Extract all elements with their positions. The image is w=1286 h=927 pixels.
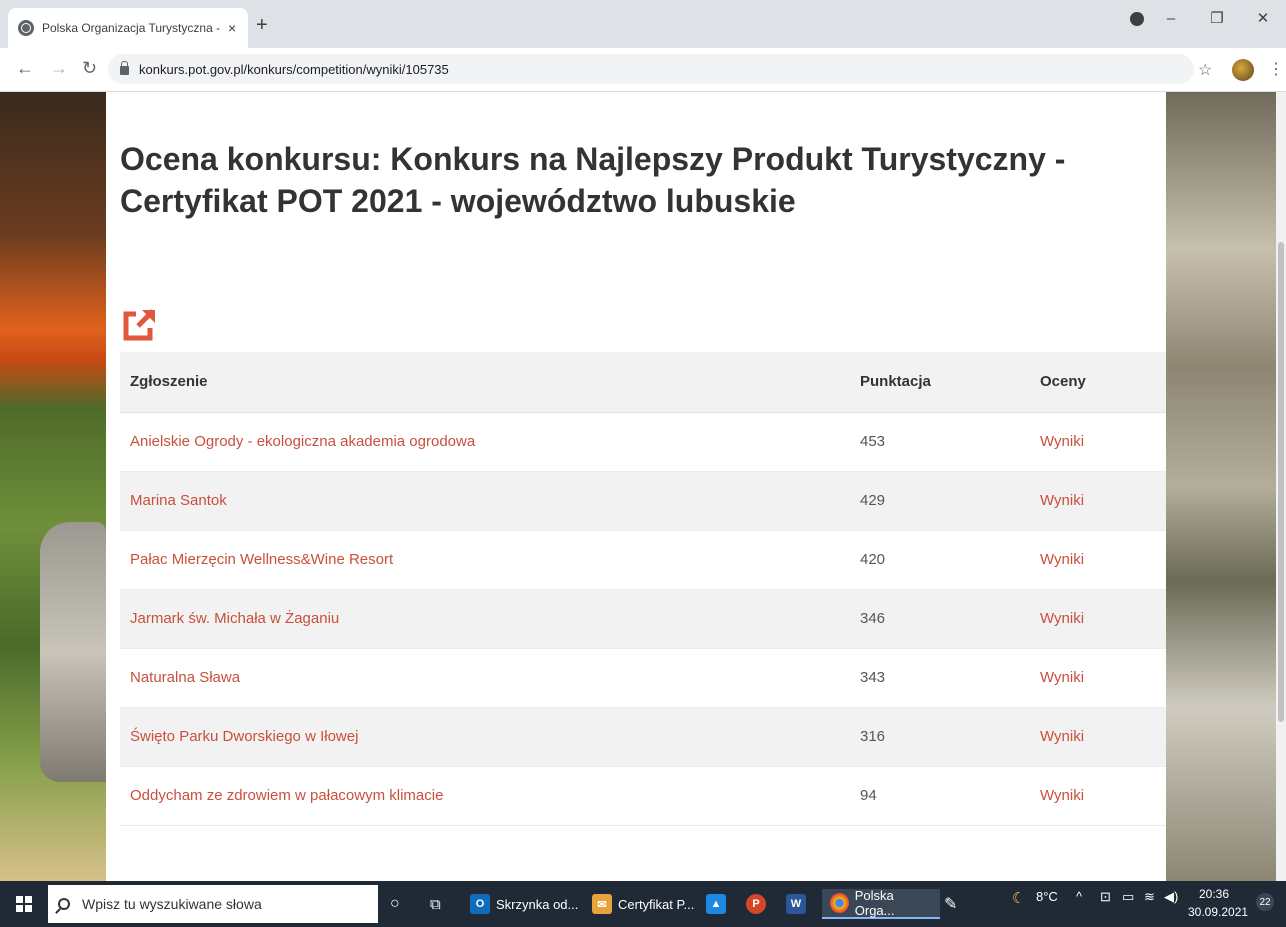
results-table: Zgłoszenie Punktacja Oceny Anielskie Ogr…	[120, 352, 1166, 826]
score-value: 316	[850, 707, 1030, 767]
page-viewport: Ocena konkursu: Konkurs na Najlepszy Pro…	[0, 92, 1286, 881]
taskbar-search-input[interactable]: Wpisz tu wyszukiwane słowa	[48, 885, 378, 923]
notepad-icon[interactable]: ✎	[944, 889, 957, 919]
new-tab-button[interactable]: +	[256, 14, 268, 37]
lock-icon[interactable]	[120, 61, 129, 75]
results-link[interactable]: Wyniki	[1040, 787, 1084, 804]
menu-kebab-icon[interactable]: ⋮	[1268, 59, 1284, 79]
volume-icon[interactable]: ◀)	[1164, 889, 1178, 905]
windows-taskbar: Wpisz tu wyszukiwane słowa ○ ⧉ O Skrzynk…	[0, 881, 1286, 927]
weather-moon-icon[interactable]: ☾	[1012, 889, 1025, 907]
tab-title: Polska Organizacja Turystyczna -	[42, 21, 221, 35]
results-link[interactable]: Wyniki	[1040, 669, 1084, 686]
outlook-icon: O	[470, 894, 490, 914]
table-row: Oddycham ze zdrowiem w pałacowym klimaci…	[120, 766, 1166, 826]
chrome-icon	[830, 893, 849, 913]
search-placeholder: Wpisz tu wyszukiwane słowa	[82, 896, 262, 912]
score-value: 346	[850, 589, 1030, 649]
address-bar[interactable]: konkurs.pot.gov.pl/konkurs/competition/w…	[108, 54, 1194, 84]
taskbar-app-chrome[interactable]: Polska Orga...	[822, 888, 940, 919]
globe-icon	[18, 20, 34, 36]
table-row: Pałac Mierzęcin Wellness&Wine Resort 420…	[120, 530, 1166, 590]
avatar[interactable]	[1232, 59, 1254, 81]
taskbar-app-photos[interactable]: ▲	[706, 889, 732, 919]
taskbar-app-label: Polska Orga...	[854, 888, 895, 918]
windows-start-icon[interactable]	[16, 896, 32, 912]
bookmark-star-icon[interactable]: ☆	[1198, 60, 1212, 80]
table-header-row: Zgłoszenie Punktacja Oceny	[120, 352, 1166, 413]
minimize-button[interactable]: –	[1148, 0, 1194, 36]
browser-toolbar: ← → ↻ konkurs.pot.gov.pl/konkurs/competi…	[0, 48, 1286, 92]
column-header-score[interactable]: Punktacja	[850, 352, 1030, 413]
weather-temperature[interactable]: 8°C	[1036, 889, 1058, 904]
cortana-icon[interactable]: ○	[390, 889, 400, 919]
forward-arrow-icon[interactable]: →	[50, 58, 68, 79]
close-window-button[interactable]: ✕	[1240, 0, 1286, 36]
clock-time: 20:36	[1198, 887, 1230, 901]
entry-link[interactable]: Święto Parku Dworskiego w Iłowej	[130, 728, 358, 745]
network-icon[interactable]: ⊡	[1100, 889, 1111, 905]
word-icon: W	[786, 894, 806, 914]
clock-date: 30.09.2021	[1188, 905, 1249, 919]
score-value: 94	[850, 766, 1030, 826]
back-arrow-icon[interactable]: ←	[16, 58, 34, 79]
results-link[interactable]: Wyniki	[1040, 728, 1084, 745]
chevron-up-icon[interactable]: ^	[1076, 889, 1082, 904]
table-row: Naturalna Sława 343 Wyniki	[120, 648, 1166, 708]
background-rock	[40, 522, 106, 782]
entry-link[interactable]: Marina Santok	[130, 492, 227, 509]
incognito-dot-icon[interactable]	[1130, 12, 1144, 26]
column-header-ratings[interactable]: Oceny	[1030, 352, 1166, 413]
powerpoint-icon: P	[746, 894, 766, 914]
score-value: 453	[850, 412, 1030, 472]
entry-link[interactable]: Jarmark św. Michała w Żaganiu	[130, 610, 339, 627]
taskbar-app-outlook[interactable]: O Skrzynka od...	[470, 889, 578, 919]
results-link[interactable]: Wyniki	[1040, 551, 1084, 568]
maximize-button[interactable]: ❐	[1194, 0, 1240, 36]
external-link-icon[interactable]	[120, 306, 158, 344]
notification-center-badge[interactable]: 22	[1256, 893, 1274, 911]
browser-tab-strip: Polska Organizacja Turystyczna - × + – ❐…	[0, 0, 1286, 48]
reload-icon[interactable]: ↻	[82, 58, 97, 79]
window-controls: – ❐ ✕	[1148, 0, 1286, 36]
column-header-entry[interactable]: Zgłoszenie	[120, 352, 850, 413]
entry-link[interactable]: Pałac Mierzęcin Wellness&Wine Resort	[130, 551, 393, 568]
system-clock[interactable]: 20:36 30.09.2021	[1188, 885, 1249, 921]
entry-link[interactable]: Oddycham ze zdrowiem w pałacowym klimaci…	[130, 787, 443, 804]
browser-tab[interactable]: Polska Organizacja Turystyczna - ×	[8, 8, 248, 48]
results-link[interactable]: Wyniki	[1040, 492, 1084, 509]
results-link[interactable]: Wyniki	[1040, 433, 1084, 450]
page-title: Ocena konkursu: Konkurs na Najlepszy Pro…	[120, 141, 1066, 219]
entry-link[interactable]: Anielskie Ogrody - ekologiczna akademia …	[130, 433, 475, 450]
table-row: Marina Santok 429 Wyniki	[120, 471, 1166, 531]
score-value: 343	[850, 648, 1030, 708]
taskbar-app-mail[interactable]: ✉ Certyfikat P...	[592, 889, 694, 919]
content-panel: Ocena konkursu: Konkurs na Najlepszy Pro…	[106, 92, 1166, 881]
score-value: 429	[850, 471, 1030, 531]
table-row: Święto Parku Dworskiego w Iłowej 316 Wyn…	[120, 707, 1166, 767]
taskbar-app-label: Skrzynka od...	[496, 896, 579, 912]
photos-icon: ▲	[706, 894, 726, 914]
taskbar-app-word[interactable]: W	[786, 889, 812, 919]
score-value: 420	[850, 530, 1030, 590]
entry-link[interactable]: Naturalna Sława	[130, 669, 240, 686]
task-view-icon[interactable]: ⧉	[430, 889, 441, 919]
mail-icon: ✉	[592, 894, 612, 914]
taskbar-app-label: Certyfikat P...	[618, 896, 695, 912]
scrollbar-thumb[interactable]	[1278, 242, 1284, 722]
background-rock-right	[1166, 92, 1286, 881]
url-text: konkurs.pot.gov.pl/konkurs/competition/w…	[139, 61, 449, 77]
table-row: Anielskie Ogrody - ekologiczna akademia …	[120, 412, 1166, 472]
table-row: Jarmark św. Michała w Żaganiu 346 Wyniki	[120, 589, 1166, 649]
taskbar-app-powerpoint[interactable]: P	[746, 889, 772, 919]
close-tab-icon[interactable]: ×	[228, 20, 236, 36]
battery-icon[interactable]: ▭	[1122, 889, 1134, 905]
search-icon	[58, 898, 70, 910]
wifi-icon[interactable]: ≋	[1144, 889, 1155, 905]
results-link[interactable]: Wyniki	[1040, 610, 1084, 627]
